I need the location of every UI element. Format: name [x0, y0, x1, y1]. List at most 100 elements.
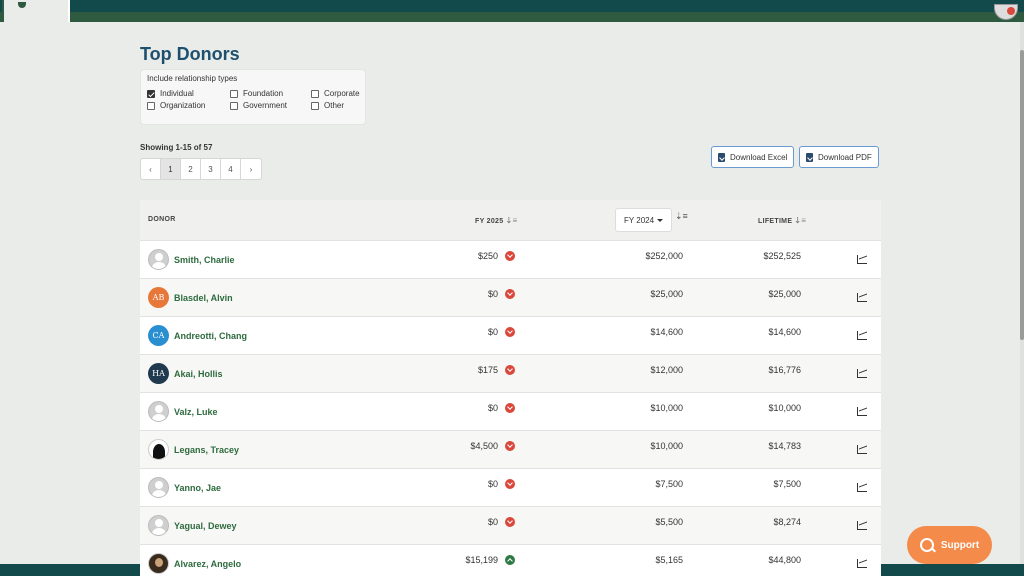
table-row: Alvarez, Angelo $15,199 $5,165 $44,800: [140, 544, 881, 576]
avatar[interactable]: [148, 553, 169, 574]
checkbox-icon[interactable]: [311, 89, 319, 98]
trend-down-icon: [505, 365, 515, 375]
fy2024-value: $14,600: [650, 327, 683, 337]
download-excel-button[interactable]: Download Excel: [711, 146, 795, 168]
donor-name-link[interactable]: Legans, Tracey: [174, 445, 239, 455]
avatar[interactable]: [148, 401, 169, 422]
line-chart-icon[interactable]: [857, 331, 867, 340]
donor-name-link[interactable]: Andreotti, Chang: [174, 331, 247, 341]
donor-name-link[interactable]: Yagual, Dewey: [174, 521, 237, 531]
table-row: Smith, Charlie $250 $252,000 $252,525: [140, 240, 881, 278]
checkbox-foundation[interactable]: Foundation: [230, 89, 283, 98]
checkbox-icon[interactable]: [230, 89, 238, 98]
prev-page-button[interactable]: ‹: [141, 159, 161, 179]
fiscal-year-select[interactable]: FY 2024: [615, 208, 672, 232]
trend-down-icon: [505, 251, 515, 261]
avatar[interactable]: CA: [148, 325, 169, 346]
lifetime-label: LIFETIME: [758, 218, 793, 225]
trend-down-icon: [505, 517, 515, 527]
fy2025-value: $0: [487, 517, 498, 527]
trend-down-icon: [505, 441, 515, 451]
trend-down-icon: [505, 479, 515, 489]
line-chart-icon[interactable]: [857, 445, 867, 454]
column-header-lifetime[interactable]: LIFETIME ⇣≡: [758, 216, 806, 225]
download-pdf-button[interactable]: Download PDF: [799, 146, 879, 168]
pagination: ‹ 1 2 3 4 ›: [140, 158, 262, 180]
checkbox-government[interactable]: Government: [230, 101, 287, 110]
donor-name-link[interactable]: Akai, Hollis: [174, 369, 223, 379]
avatar[interactable]: [148, 515, 169, 536]
page-4-button[interactable]: 4: [221, 159, 241, 179]
lifetime-value: $10,000: [768, 403, 801, 413]
line-chart-icon[interactable]: [857, 521, 867, 530]
page-3-button[interactable]: 3: [201, 159, 221, 179]
line-chart-icon[interactable]: [857, 483, 867, 492]
pdf-download-icon: [806, 152, 813, 162]
checkbox-label: Government: [243, 101, 288, 110]
logo-icon: [18, 2, 26, 8]
checkbox-label: Other: [324, 101, 345, 110]
page-1-button[interactable]: 1: [161, 159, 181, 179]
donor-name-link[interactable]: Smith, Charlie: [174, 255, 235, 265]
line-chart-icon[interactable]: [857, 293, 867, 302]
fy2024-value: $5,165: [655, 555, 683, 565]
checkbox-individual[interactable]: Individual: [147, 89, 194, 98]
donor-name-link[interactable]: Alvarez, Angelo: [174, 559, 241, 569]
donor-name-link[interactable]: Blasdel, Alvin: [174, 293, 233, 303]
download-excel-label: Download Excel: [730, 152, 788, 162]
app-logo-tab[interactable]: [2, 0, 70, 22]
donor-name-link[interactable]: Yanno, Jae: [174, 483, 221, 493]
sort-desc-icon[interactable]: ⇣≡: [675, 211, 688, 222]
sort-icon[interactable]: ⇣≡: [794, 216, 806, 225]
vertical-scrollbar[interactable]: [1020, 22, 1024, 564]
top-nav-strip: [0, 0, 1024, 12]
fy2025-value: $0: [487, 479, 498, 489]
fiscal-year-value: FY 2024: [623, 215, 655, 225]
checkbox-label: Organization: [160, 101, 206, 110]
results-count: Showing 1-15 of 57: [140, 143, 213, 152]
table-row: AB Blasdel, Alvin $0 $25,000 $25,000: [140, 278, 881, 316]
page-2-button[interactable]: 2: [181, 159, 201, 179]
table-row: Yanno, Jae $0 $7,500 $7,500: [140, 468, 881, 506]
checkbox-corporate[interactable]: Corporate: [311, 89, 360, 98]
fy2024-value: $10,000: [650, 403, 683, 413]
column-header-fy2025[interactable]: FY 2025 ⇣≡: [475, 216, 517, 225]
table-row: Valz, Luke $0 $10,000 $10,000: [140, 392, 881, 430]
fy2024-value: $5,500: [655, 517, 683, 527]
donor-name-link[interactable]: Valz, Luke: [174, 407, 218, 417]
checkbox-other[interactable]: Other: [311, 101, 344, 110]
file-download-icon: [718, 152, 725, 162]
checkbox-icon[interactable]: [311, 101, 319, 110]
fy2025-value: $0: [487, 327, 498, 337]
checkbox-icon[interactable]: [147, 101, 155, 110]
checkbox-label: Foundation: [243, 89, 284, 98]
table-body: Smith, Charlie $250 $252,000 $252,525 AB Blas…: [140, 240, 881, 576]
sort-icon[interactable]: ⇣≡: [505, 216, 517, 225]
line-chart-icon[interactable]: [857, 369, 867, 378]
checkbox-icon[interactable]: [230, 101, 238, 110]
line-chart-icon[interactable]: [857, 255, 867, 264]
lifetime-value: $14,783: [768, 441, 801, 451]
next-page-button[interactable]: ›: [241, 159, 261, 179]
checkbox-organization[interactable]: Organization: [147, 101, 205, 110]
lifetime-value: $16,776: [768, 365, 801, 375]
download-pdf-label: Download PDF: [818, 152, 872, 162]
checkbox-label: Individual: [160, 89, 194, 98]
avatar[interactable]: [148, 477, 169, 498]
support-button[interactable]: Support: [907, 526, 992, 564]
fy2024-value: $12,000: [650, 365, 683, 375]
table-row: CA Andreotti, Chang $0 $14,600 $14,600: [140, 316, 881, 354]
table-row: Legans, Tracey $4,500 $10,000 $14,783: [140, 430, 881, 468]
avatar[interactable]: AB: [148, 287, 169, 308]
checkbox-icon[interactable]: [147, 89, 155, 98]
line-chart-icon[interactable]: [857, 407, 867, 416]
fy2025-value: $15,199: [465, 555, 498, 565]
fy2024-value: $10,000: [650, 441, 683, 451]
avatar[interactable]: HA: [148, 363, 169, 384]
avatar[interactable]: [148, 249, 169, 270]
lifetime-value: $44,800: [768, 555, 801, 565]
scrollbar-thumb[interactable]: [1020, 50, 1024, 340]
avatar[interactable]: [148, 439, 169, 460]
line-chart-icon[interactable]: [857, 559, 867, 568]
lifetime-value: $252,525: [763, 251, 801, 261]
